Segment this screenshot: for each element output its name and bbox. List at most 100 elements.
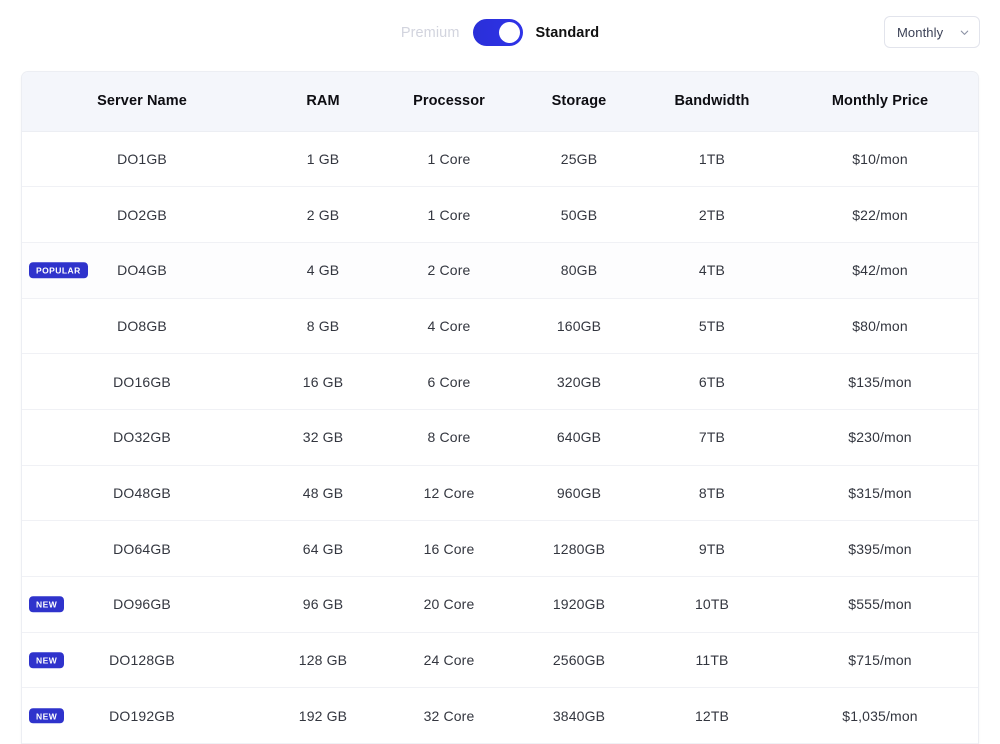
cell-bandwidth: 6TB	[644, 353, 780, 410]
table-row[interactable]: NEW DO192GB 192 GB 32 Core 3840GB 12TB $1,035/…	[22, 687, 978, 744]
cell-ram: 16 GB	[262, 353, 384, 410]
cell-server-name: DO2GB	[22, 186, 262, 243]
cell-processor: 1 Core	[384, 186, 514, 243]
column-header-bandwidth[interactable]: Bandwidth	[644, 72, 780, 132]
cell-ram: 128 GB	[262, 632, 384, 689]
server-name-label: DO16GB	[113, 373, 171, 390]
cell-processor: 2 Core	[384, 242, 514, 299]
cell-ram: 48 GB	[262, 465, 384, 522]
cell-bandwidth: 5TB	[644, 298, 780, 355]
server-name-label: DO32GB	[113, 429, 171, 446]
toggle-knob	[498, 22, 520, 43]
cell-storage: 80GB	[514, 242, 644, 299]
cell-monthly-price: $315/mon	[780, 465, 978, 522]
cell-storage: 25GB	[514, 131, 644, 188]
cell-bandwidth: 2TB	[644, 186, 780, 243]
server-name-label: DO2GB	[117, 206, 167, 223]
pricing-table-card: Server Name RAM Processor Storage Bandwi…	[21, 71, 979, 744]
cell-bandwidth: 4TB	[644, 242, 780, 299]
cell-processor: 32 Core	[384, 687, 514, 744]
column-header-monthly-price[interactable]: Monthly Price	[780, 72, 978, 132]
cell-monthly-price: $555/mon	[780, 576, 978, 633]
table-row[interactable]: NEW DO128GB 128 GB 24 Core 2560GB 11TB $715/mo…	[22, 632, 978, 689]
pricing-table-body: DO1GB 1 GB 1 Core 25GB 1TB $10/mon DO2GB 2 GB 1 …	[22, 131, 978, 744]
cell-processor: 20 Core	[384, 576, 514, 633]
pricing-controls-bar: Premium Standard Monthly	[0, 0, 1000, 64]
cell-monthly-price: $42/mon	[780, 242, 978, 299]
cell-processor: 8 Core	[384, 409, 514, 466]
cell-storage: 2560GB	[514, 632, 644, 689]
billing-period-value: Monthly	[897, 24, 944, 40]
billing-period-select[interactable]: Monthly	[884, 16, 980, 48]
server-name-label: DO1GB	[117, 150, 167, 167]
cell-monthly-price: $80/mon	[780, 298, 978, 355]
cell-ram: 8 GB	[262, 298, 384, 355]
cell-server-name: DO16GB	[22, 353, 262, 410]
server-name-label: DO128GB	[109, 652, 175, 669]
cell-storage: 960GB	[514, 465, 644, 522]
cell-processor: 6 Core	[384, 353, 514, 410]
status-badge: NEW	[29, 596, 65, 613]
chevron-down-icon	[960, 30, 969, 35]
table-row[interactable]: DO32GB 32 GB 8 Core 640GB 7TB $230/mon	[22, 409, 978, 466]
pricing-table: Server Name RAM Processor Storage Bandwi…	[22, 72, 978, 744]
cell-monthly-price: $22/mon	[780, 186, 978, 243]
cell-ram: 4 GB	[262, 242, 384, 299]
cell-processor: 16 Core	[384, 520, 514, 577]
table-row[interactable]: DO2GB 2 GB 1 Core 50GB 2TB $22/mon	[22, 186, 978, 243]
cell-monthly-price: $10/mon	[780, 131, 978, 188]
table-row[interactable]: POPULAR DO4GB 4 GB 2 Core 80GB 4TB $42/mon	[22, 242, 978, 299]
cell-storage: 1920GB	[514, 576, 644, 633]
server-name-label: DO8GB	[117, 317, 167, 334]
cell-monthly-price: $395/mon	[780, 520, 978, 577]
cell-server-name: DO64GB	[22, 520, 262, 577]
cell-monthly-price: $230/mon	[780, 409, 978, 466]
cell-bandwidth: 11TB	[644, 632, 780, 689]
cell-ram: 1 GB	[262, 131, 384, 188]
cell-monthly-price: $135/mon	[780, 353, 978, 410]
cell-bandwidth: 10TB	[644, 576, 780, 633]
cell-server-name: DO1GB	[22, 131, 262, 188]
status-badge: NEW	[29, 707, 65, 724]
cell-storage: 640GB	[514, 409, 644, 466]
column-header-storage[interactable]: Storage	[514, 72, 644, 132]
server-name-label: DO48GB	[113, 484, 171, 501]
table-row[interactable]: DO48GB 48 GB 12 Core 960GB 8TB $315/mon	[22, 465, 978, 522]
cell-ram: 96 GB	[262, 576, 384, 633]
cell-storage: 160GB	[514, 298, 644, 355]
column-header-server-name[interactable]: Server Name	[22, 72, 262, 132]
cell-storage: 320GB	[514, 353, 644, 410]
cell-monthly-price: $1,035/mon	[780, 687, 978, 744]
server-name-label: DO64GB	[113, 540, 171, 557]
cell-server-name: POPULAR DO4GB	[22, 242, 262, 299]
table-row[interactable]: NEW DO96GB 96 GB 20 Core 1920GB 10TB $555/mon	[22, 576, 978, 633]
status-badge: POPULAR	[29, 262, 88, 278]
cell-bandwidth: 12TB	[644, 687, 780, 744]
cell-ram: 2 GB	[262, 186, 384, 243]
server-name-label: DO4GB	[117, 262, 167, 279]
cell-bandwidth: 8TB	[644, 465, 780, 522]
cell-server-name: DO48GB	[22, 465, 262, 522]
cell-bandwidth: 9TB	[644, 520, 780, 577]
column-header-processor[interactable]: Processor	[384, 72, 514, 132]
cell-server-name: NEW DO96GB	[22, 576, 262, 633]
cell-storage: 3840GB	[514, 687, 644, 744]
cell-processor: 24 Core	[384, 632, 514, 689]
cell-server-name: NEW DO128GB	[22, 632, 262, 689]
server-name-label: DO96GB	[113, 596, 171, 613]
cell-processor: 12 Core	[384, 465, 514, 522]
column-header-ram[interactable]: RAM	[262, 72, 384, 132]
cell-monthly-price: $715/mon	[780, 632, 978, 689]
cell-ram: 64 GB	[262, 520, 384, 577]
table-row[interactable]: DO16GB 16 GB 6 Core 320GB 6TB $135/mon	[22, 353, 978, 410]
table-row[interactable]: DO1GB 1 GB 1 Core 25GB 1TB $10/mon	[22, 131, 978, 188]
table-header-row: Server Name RAM Processor Storage Bandwi…	[22, 72, 978, 132]
table-row[interactable]: DO64GB 64 GB 16 Core 1280GB 9TB $395/mon	[22, 520, 978, 577]
plan-toggle-switch[interactable]	[472, 19, 523, 46]
toggle-label-standard[interactable]: Standard	[536, 25, 600, 41]
billing-plan-toggle-group: Premium Standard	[0, 19, 1000, 46]
table-row[interactable]: DO8GB 8 GB 4 Core 160GB 5TB $80/mon	[22, 298, 978, 355]
toggle-label-premium[interactable]: Premium	[401, 25, 460, 41]
cell-ram: 32 GB	[262, 409, 384, 466]
cell-server-name: DO8GB	[22, 298, 262, 355]
